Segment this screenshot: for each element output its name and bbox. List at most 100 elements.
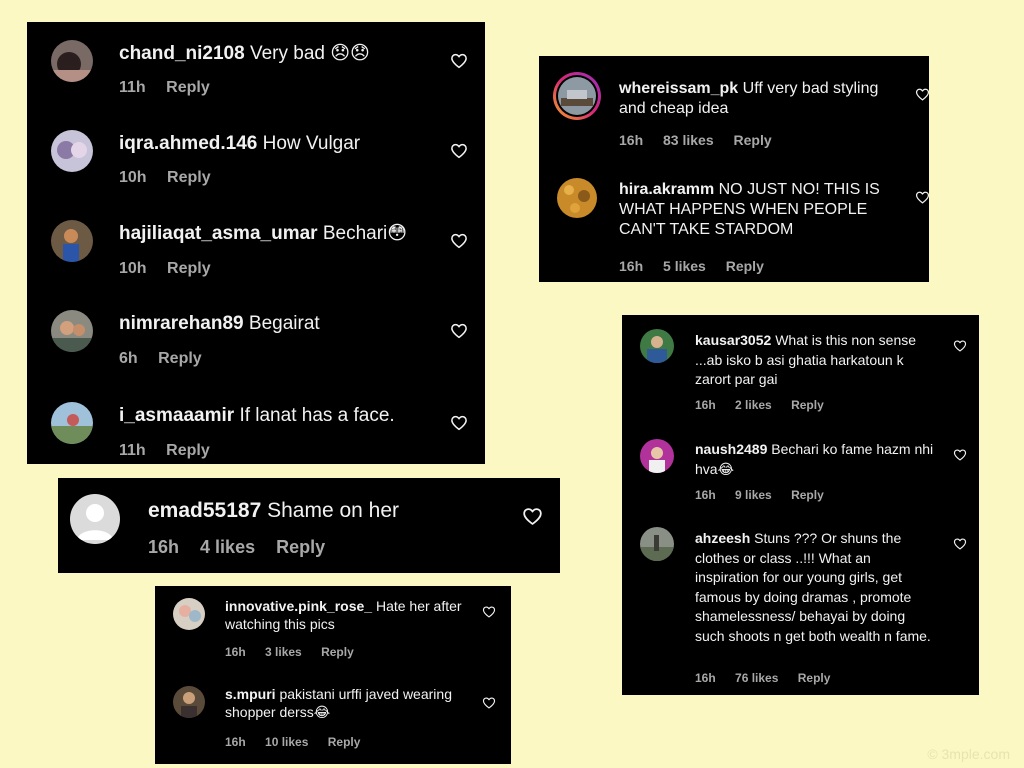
avatar[interactable] bbox=[51, 220, 93, 262]
avatar[interactable] bbox=[51, 40, 93, 82]
like-heart-icon[interactable] bbox=[915, 87, 930, 102]
comment-item: chand_ni2108 Very bad 😞😞 11h Reply bbox=[27, 22, 485, 110]
comment-text: Begairat bbox=[248, 313, 320, 334]
avatar[interactable] bbox=[640, 329, 674, 363]
like-heart-icon[interactable] bbox=[450, 232, 468, 250]
watermark: © 3mple.com bbox=[927, 746, 1010, 762]
username[interactable]: whereissam_pk bbox=[619, 80, 738, 97]
username[interactable]: hira.akramm bbox=[619, 181, 714, 198]
comment-item: emad55187 Shame on her 16h 4 likes Reply bbox=[58, 478, 560, 573]
username[interactable]: chand_ni2108 bbox=[119, 43, 245, 64]
avatar[interactable] bbox=[51, 130, 93, 172]
comment-item: innovative.pink_rose_ Hate her after wat… bbox=[155, 586, 511, 674]
like-heart-icon[interactable] bbox=[482, 696, 496, 710]
avatar[interactable] bbox=[553, 72, 601, 120]
reply-button[interactable]: Reply bbox=[166, 79, 210, 96]
username[interactable]: innovative.pink_rose_ bbox=[225, 598, 372, 614]
timestamp: 16h bbox=[695, 398, 716, 412]
username[interactable]: ahzeesh bbox=[695, 530, 750, 546]
likes-count[interactable]: 3 likes bbox=[265, 645, 302, 659]
like-heart-icon[interactable] bbox=[482, 605, 496, 619]
comment-item: naush2489 Bechari ko fame hazm nhi hva😂 … bbox=[622, 423, 979, 509]
likes-count[interactable]: 10 likes bbox=[265, 735, 308, 749]
reply-button[interactable]: Reply bbox=[791, 488, 824, 502]
username[interactable]: hajiliaqat_asma_umar bbox=[119, 223, 318, 244]
reply-button[interactable]: Reply bbox=[167, 169, 211, 186]
comment-item: iqra.ahmed.146 How Vulgar 10h Reply bbox=[27, 112, 485, 200]
reply-button[interactable]: Reply bbox=[328, 735, 361, 749]
username[interactable]: s.mpuri bbox=[225, 686, 276, 702]
likes-count[interactable]: 4 likes bbox=[200, 537, 255, 557]
avatar[interactable] bbox=[51, 402, 93, 444]
comments-panel-3: innovative.pink_rose_ Hate her after wat… bbox=[155, 586, 511, 764]
avatar[interactable] bbox=[173, 686, 205, 718]
timestamp: 16h bbox=[225, 645, 246, 659]
comment-item: s.mpuri pakistani urffi javed wearing sh… bbox=[155, 676, 511, 764]
username[interactable]: naush2489 bbox=[695, 441, 767, 457]
timestamp: 11h bbox=[119, 79, 146, 96]
timestamp: 10h bbox=[119, 260, 147, 277]
comment-text: Bechari bbox=[322, 223, 388, 244]
reply-button[interactable]: Reply bbox=[791, 398, 824, 412]
like-heart-icon[interactable] bbox=[450, 322, 468, 340]
comments-panel-1: chand_ni2108 Very bad 😞😞 11h Reply iqra.… bbox=[27, 22, 485, 464]
like-heart-icon[interactable] bbox=[450, 142, 468, 160]
timestamp: 16h bbox=[619, 132, 644, 148]
avatar[interactable] bbox=[557, 178, 597, 218]
comment-item: whereissam_pk Uff very bad styling and c… bbox=[539, 56, 929, 162]
reply-button[interactable]: Reply bbox=[158, 350, 202, 367]
laughing-emoji-icon: 😂 bbox=[717, 461, 734, 478]
comment-item: nimrarehan89 Begairat 6h Reply bbox=[27, 292, 485, 380]
comment-text: Very bad bbox=[249, 43, 325, 64]
like-heart-icon[interactable] bbox=[953, 339, 967, 353]
username[interactable]: emad55187 bbox=[148, 499, 261, 522]
comment-item: hira.akramm NO JUST NO! THIS IS WHAT HAP… bbox=[539, 164, 929, 282]
username[interactable]: kausar3052 bbox=[695, 332, 771, 348]
username[interactable]: nimrarehan89 bbox=[119, 313, 244, 334]
timestamp: 16h bbox=[148, 537, 180, 557]
laughing-emoji-icon: 😂 bbox=[313, 704, 331, 721]
timestamp: 11h bbox=[119, 442, 146, 459]
like-heart-icon[interactable] bbox=[450, 52, 468, 70]
comment-item: i_asmaaamir If lanat has a face. 11h Rep… bbox=[27, 382, 485, 464]
timestamp: 16h bbox=[695, 671, 716, 685]
like-heart-icon[interactable] bbox=[915, 190, 930, 205]
avatar[interactable] bbox=[640, 439, 674, 473]
comment-text: If lanat has a face. bbox=[239, 405, 395, 426]
reply-button[interactable]: Reply bbox=[321, 645, 354, 659]
likes-count[interactable]: 76 likes bbox=[735, 671, 778, 685]
timestamp: 6h bbox=[119, 350, 138, 367]
like-heart-icon[interactable] bbox=[522, 506, 543, 527]
comment-item: kausar3052 What is this non sense ...ab … bbox=[622, 315, 979, 419]
likes-count[interactable]: 9 likes bbox=[735, 488, 772, 502]
comments-panel-5: kausar3052 What is this non sense ...ab … bbox=[622, 315, 979, 695]
timestamp: 16h bbox=[225, 735, 246, 749]
default-avatar-icon[interactable] bbox=[70, 494, 120, 544]
like-heart-icon[interactable] bbox=[450, 414, 468, 432]
reply-button[interactable]: Reply bbox=[734, 132, 772, 148]
timestamp: 10h bbox=[119, 169, 147, 186]
like-heart-icon[interactable] bbox=[953, 448, 967, 462]
comment-item: ahzeesh Stuns ??? Or shuns the clothes o… bbox=[622, 513, 979, 695]
likes-count[interactable]: 83 likes bbox=[663, 132, 714, 148]
comments-panel-4: whereissam_pk Uff very bad styling and c… bbox=[539, 56, 929, 282]
timestamp: 16h bbox=[695, 488, 716, 502]
likes-count[interactable]: 2 likes bbox=[735, 398, 772, 412]
username[interactable]: i_asmaaamir bbox=[119, 405, 234, 426]
reply-button[interactable]: Reply bbox=[167, 260, 211, 277]
username[interactable]: iqra.ahmed.146 bbox=[119, 133, 257, 154]
disappointed-emoji-icon: 😞😞 bbox=[330, 43, 370, 65]
avatar[interactable] bbox=[640, 527, 674, 561]
comment-item: hajiliaqat_asma_umar Bechari😳 10h Reply bbox=[27, 202, 485, 290]
avatar[interactable] bbox=[173, 598, 205, 630]
flushed-emoji-icon: 😳 bbox=[387, 223, 408, 245]
comment-text: How Vulgar bbox=[262, 133, 361, 154]
reply-button[interactable]: Reply bbox=[798, 671, 831, 685]
reply-button[interactable]: Reply bbox=[166, 442, 210, 459]
avatar[interactable] bbox=[51, 310, 93, 352]
reply-button[interactable]: Reply bbox=[276, 537, 325, 557]
like-heart-icon[interactable] bbox=[953, 537, 967, 551]
reply-button[interactable]: Reply bbox=[726, 258, 764, 274]
comment-text: Stuns ??? Or shuns the clothes or class … bbox=[695, 530, 931, 644]
likes-count[interactable]: 5 likes bbox=[663, 258, 706, 274]
